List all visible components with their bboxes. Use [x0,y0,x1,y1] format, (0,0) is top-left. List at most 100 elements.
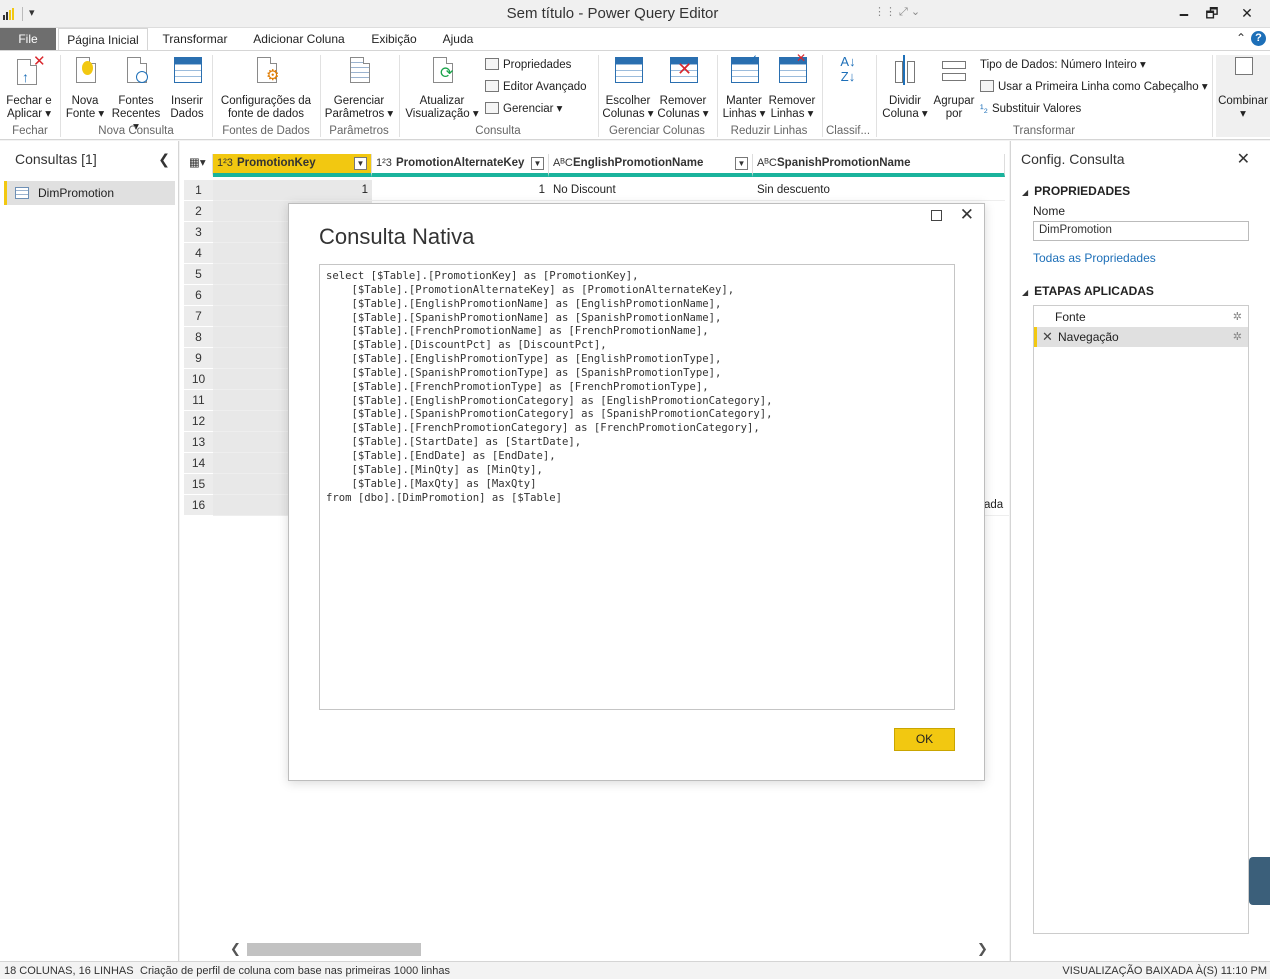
tab-exibicao[interactable]: Exibição [364,28,424,50]
table-cell[interactable]: 1 [213,180,372,201]
row-number[interactable]: 12 [184,411,213,432]
tab-pagina-inicial[interactable]: Página Inicial [58,28,148,51]
row-number[interactable]: 5 [184,264,213,285]
scroll-right-icon[interactable]: ❯ [977,941,988,957]
data-type-dropdown[interactable]: Tipo de Dados: Número Inteiro ▾ [980,56,1146,74]
gear-icon[interactable]: ✲ [1233,307,1242,327]
close-apply-button[interactable]: ✕ ↑ Fechar e Aplicar ▾ [4,54,54,121]
row-number[interactable]: 7 [184,306,213,327]
new-source-button[interactable]: Nova Fonte ▾ [64,55,106,121]
row-number[interactable]: 13 [184,432,213,453]
collapse-ribbon-icon[interactable]: ⌃ [1236,31,1246,45]
side-tab-handle[interactable] [1249,857,1270,905]
group-by-button[interactable]: Agrupar por [931,55,977,121]
advanced-editor-icon [485,80,499,92]
horizontal-scrollbar[interactable]: ❮ ❯ [228,941,988,957]
enter-data-button[interactable]: Inserir Dados [166,55,208,121]
restore-button[interactable]: 🗗 [1197,3,1227,23]
maximize-dialog-icon[interactable] [931,210,942,221]
table-menu-button[interactable]: ▦▾ [184,154,213,177]
gear-icon[interactable]: ✲ [1233,327,1242,347]
row-number[interactable]: 10 [184,369,213,390]
tab-adicionar-coluna[interactable]: Adicionar Coluna [246,28,352,50]
applied-steps-section-title[interactable]: ◢ ETAPAS APLICADAS [1022,284,1154,298]
advanced-editor-button[interactable]: Editor Avançado [485,78,587,96]
use-first-row-headers-button[interactable]: Usar a Primeira Linha como Cabeçalho ▾ [980,78,1208,96]
manage-button[interactable]: Gerenciar ▾ [485,100,562,118]
column-header-promotionkey[interactable]: 1²3 PromotionKey ▼ [213,154,372,177]
sort-ascending-button[interactable]: A↓ Z↓ [832,55,864,85]
filter-dropdown-icon[interactable]: ▼ [531,157,544,170]
refresh-preview-button[interactable]: ⟳ Atualizar Visualização ▾ [403,55,481,121]
filter-dropdown-icon[interactable]: ▼ [354,157,367,170]
scrollbar-thumb[interactable] [247,943,421,956]
row-number[interactable]: 8 [184,327,213,348]
help-icon[interactable]: ? [1251,31,1266,46]
remove-rows-button[interactable]: ✕ Remover Linhas ▾ [768,52,816,121]
minimize-button[interactable]: 🗕 [1169,3,1199,23]
row-number[interactable]: 14 [184,453,213,474]
ribbon-separator [399,55,400,137]
table-cell[interactable]: 1 [372,180,549,201]
query-settings-header: Config. Consulta [1021,151,1125,167]
column-header-spanishpromotionname[interactable]: AᴮC SpanishPromotionName [753,154,1005,177]
data-source-settings-icon: ⚙ [250,55,282,91]
collapse-queries-icon[interactable]: ❮ [158,151,170,168]
query-item-dimpromotion[interactable]: DimPromotion [4,181,175,205]
properties-section-title[interactable]: ◢ PROPRIEDADES [1022,184,1130,198]
remove-columns-label: Remover Colunas ▾ [657,95,709,120]
scroll-left-icon[interactable]: ❮ [230,941,241,957]
row-number[interactable]: 1 [184,180,213,201]
table-cell[interactable]: Sin descuento [753,180,1005,201]
group-by-label: Agrupar por [933,95,975,120]
row-number[interactable]: 6 [184,285,213,306]
keep-rows-button[interactable]: ✓ Manter Linhas ▾ [721,53,767,121]
status-profiling[interactable]: Criação de perfil de coluna com base nas… [140,965,450,977]
tab-ajuda[interactable]: Ajuda [436,28,480,50]
close-dialog-icon[interactable]: ✕ [960,205,974,225]
group-nova-consulta: Nova Consulta [98,125,174,137]
properties-button[interactable]: Propriedades [485,56,571,74]
all-properties-link[interactable]: Todas as Propriedades [1033,251,1156,265]
remove-rows-icon: ✕ [776,52,808,91]
column-name: PromotionKey [237,157,316,169]
row-number[interactable]: 16 [184,495,213,516]
column-header-promotionalternatekey[interactable]: 1²3 PromotionAlternateKey ▼ [372,154,549,177]
row-number[interactable]: 11 [184,390,213,411]
step-navegacao[interactable]: ✕ Navegação ✲ [1034,327,1248,347]
step-fonte[interactable]: Fonte ✲ [1034,307,1248,327]
ok-button[interactable]: OK [894,728,955,751]
enter-data-label: Inserir Dados [170,95,204,120]
split-column-button[interactable]: Dividir Coluna ▾ [880,55,930,121]
close-window-button[interactable]: ✕ [1232,3,1262,23]
recent-sources-button[interactable]: Fontes Recentes ▾ [108,55,164,134]
row-number[interactable]: 15 [184,474,213,495]
choose-columns-button[interactable]: Escolher Colunas ▾ [602,55,654,121]
table-cell[interactable]: No Discount [549,180,753,201]
manage-label: Gerenciar ▾ [503,103,563,115]
row-number[interactable]: 4 [184,243,213,264]
manage-parameters-button[interactable]: Gerenciar Parâmetros ▾ [324,55,394,121]
group-fontes-de-dados: Fontes de Dados [222,125,310,137]
remove-columns-button[interactable]: ✕ Remover Colunas ▾ [656,55,710,121]
tab-transformar[interactable]: Transformar [155,28,235,50]
column-name: SpanishPromotionName [777,157,911,169]
row-number[interactable]: 9 [184,348,213,369]
ribbon-separator [60,55,61,137]
replace-values-button[interactable]: ¹₂ Substituir Valores [980,100,1081,118]
queries-pane: Consultas [1] ❮ DimPromotion [0,141,179,961]
row-number[interactable]: 2 [184,201,213,222]
query-name-input[interactable]: DimPromotion [1033,221,1249,241]
row-number[interactable]: 3 [184,222,213,243]
delete-step-icon[interactable]: ✕ [1042,327,1053,347]
use-first-row-headers-label: Usar a Primeira Linha como Cabeçalho ▾ [998,81,1208,93]
tab-file[interactable]: File [0,28,56,50]
step-label: Fonte [1055,310,1086,324]
column-header-englishpromotionname[interactable]: AᴮC EnglishPromotionName ▼ [549,154,753,177]
filter-dropdown-icon[interactable]: ▼ [735,157,748,170]
status-bar: 18 COLUNAS, 16 LINHAS Criação de perfil … [0,961,1270,979]
native-query-textbox[interactable]: select [$Table].[PromotionKey] as [Promo… [319,264,955,710]
close-settings-icon[interactable]: ✕ [1237,149,1250,169]
data-source-settings-button[interactable]: ⚙ Configurações da fonte de dados [216,55,316,121]
combine-button[interactable]: Combinar ▾ [1216,55,1270,137]
